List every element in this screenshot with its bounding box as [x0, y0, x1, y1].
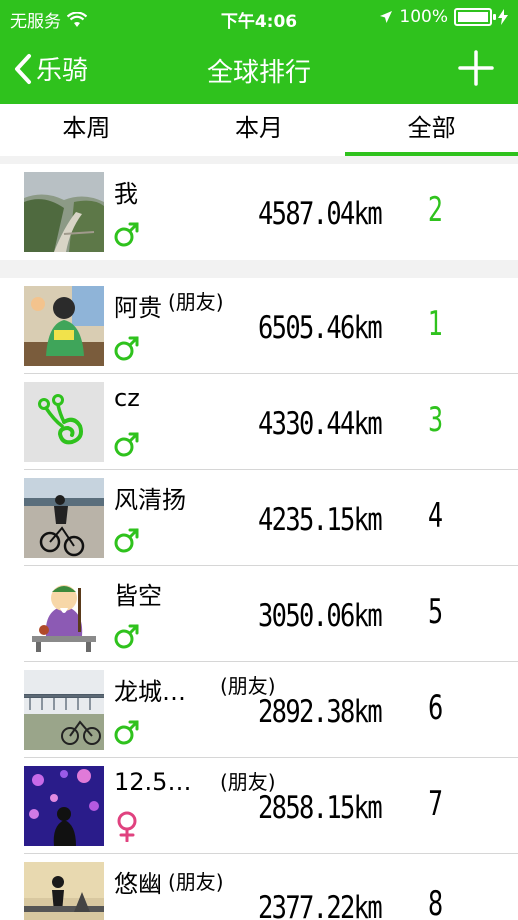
ranking-row[interactable]: cz 4330.44km 3: [0, 374, 518, 470]
user-name: 龙城…: [114, 678, 186, 706]
distance-value: 6505.46km: [258, 310, 383, 346]
friend-tag: (朋友): [168, 290, 224, 314]
section-spacer: [0, 156, 518, 164]
rank-number: 6: [428, 688, 444, 728]
male-icon: [114, 222, 139, 247]
male-icon: [114, 624, 139, 649]
distance-value: 4330.44km: [258, 406, 383, 442]
avatar: [24, 574, 104, 654]
battery-percent: 100%: [399, 7, 448, 27]
distance-value: 2858.15km: [258, 790, 383, 826]
my-rank-row[interactable]: 我 4587.04km 2: [0, 164, 518, 260]
rank-number: 4: [428, 496, 444, 536]
rank-number: 7: [428, 784, 444, 824]
charging-bolt-icon: [498, 9, 508, 25]
ranking-row[interactable]: 悠幽 (朋友) 2377.22km 8: [0, 854, 518, 920]
rank-number: 5: [428, 592, 444, 632]
avatar: [24, 766, 104, 846]
status-bar: 无服务 下午4:06 100%: [0, 0, 518, 34]
rank-number: 1: [428, 304, 444, 344]
distance-value: 3050.06km: [258, 598, 383, 634]
user-name: 我: [114, 180, 138, 208]
tab-all[interactable]: 全部: [345, 104, 518, 156]
male-icon: [114, 720, 139, 745]
ranking-row[interactable]: 龙城… (朋友) 2892.38km 6: [0, 662, 518, 758]
distance-value: 4235.15km: [258, 502, 383, 538]
user-name: 12.5…: [114, 768, 192, 796]
rank-number: 3: [428, 400, 444, 440]
friend-tag: (朋友): [168, 870, 224, 894]
tab-month[interactable]: 本月: [173, 104, 346, 156]
distance-value: 2377.22km: [258, 890, 383, 920]
ranking-row[interactable]: 风清扬 4235.15km 4: [0, 470, 518, 566]
user-name: 风清扬: [114, 486, 186, 514]
female-icon: [117, 811, 137, 842]
period-tabs: 本周 本月 全部: [0, 104, 518, 156]
add-icon[interactable]: [456, 48, 496, 88]
distance-value: 4587.04km: [258, 196, 383, 232]
male-icon: [114, 528, 139, 553]
avatar: [24, 862, 104, 920]
page-title: 全球排行: [206, 58, 311, 88]
app-header: 无服务 下午4:06 100% 乐骑 全球排行: [0, 0, 518, 104]
avatar: [24, 670, 104, 750]
rank-number: 2: [428, 190, 444, 230]
app-logo-icon: [24, 382, 104, 462]
user-name: 阿贵: [114, 294, 162, 322]
male-icon: [114, 336, 139, 361]
distance-value: 2892.38km: [258, 694, 383, 730]
ranking-row[interactable]: 12.5… (朋友) 2858.15km 7: [0, 758, 518, 854]
ranking-row[interactable]: 阿贵 (朋友) 6505.46km 1: [0, 278, 518, 374]
avatar: [24, 478, 104, 558]
avatar: [24, 382, 104, 462]
user-name: 悠幽: [114, 870, 162, 898]
tab-week[interactable]: 本周: [0, 104, 173, 156]
avatar: [24, 172, 104, 252]
section-spacer: [0, 260, 518, 278]
battery-icon: [454, 8, 496, 26]
user-name: cz: [114, 384, 140, 412]
location-arrow-icon: [380, 11, 393, 23]
ranking-row[interactable]: 皆空 3050.06km 5: [0, 566, 518, 662]
male-icon: [114, 432, 139, 457]
user-name: 皆空: [114, 582, 162, 610]
avatar: [24, 286, 104, 366]
rank-number: 8: [428, 884, 444, 920]
navigation-bar: 乐骑 全球排行: [0, 34, 518, 104]
